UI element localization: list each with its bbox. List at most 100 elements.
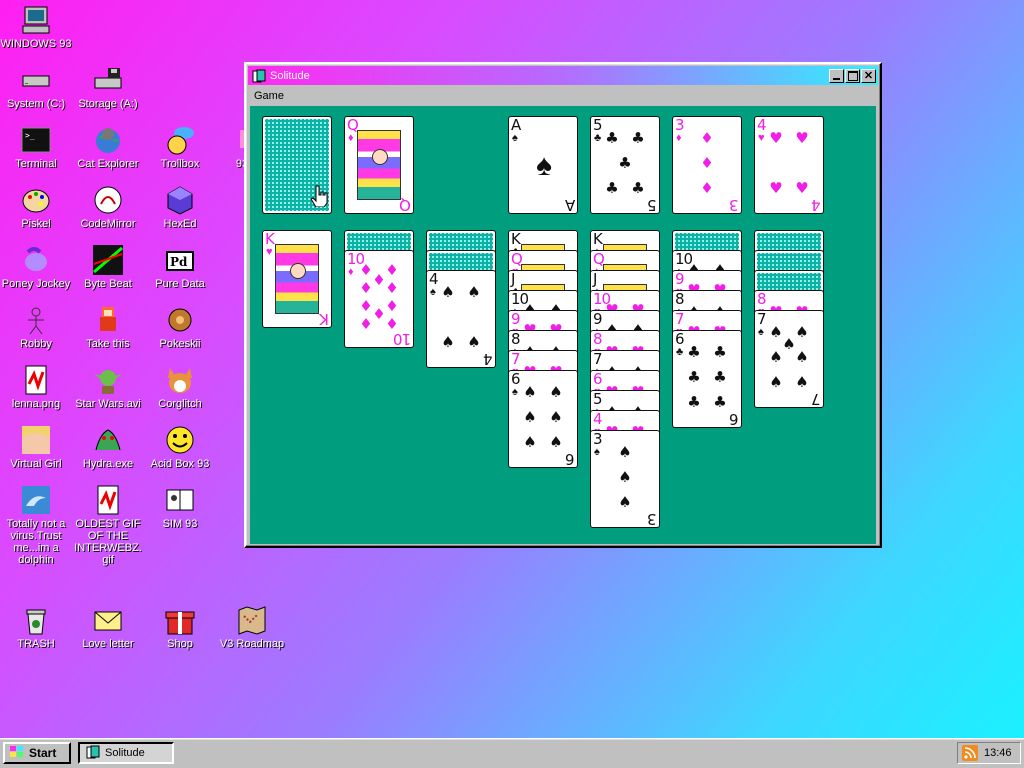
card-rank-bottom: A — [565, 196, 575, 214]
card-pip: ♠ — [618, 443, 632, 461]
hydra-icon — [92, 424, 124, 456]
card-suit-icon: ♠ — [430, 286, 436, 298]
close-button[interactable]: ✕ — [861, 68, 876, 83]
playing-card[interactable]: 3 ♦ 3 ♦ ♦ ♦ — [672, 116, 742, 214]
desktop-icon[interactable]: WINDOWS 93 — [0, 4, 72, 50]
trash-icon — [20, 604, 52, 636]
stock-pile[interactable] — [262, 116, 332, 214]
gift-icon — [164, 604, 196, 636]
start-button[interactable]: Start — [3, 742, 71, 764]
desktop-icon[interactable]: Shop — [144, 604, 216, 650]
card-pip: ♣ — [631, 129, 645, 147]
card-pip: ♥ — [769, 129, 783, 147]
bytebeat-icon — [92, 244, 124, 276]
desktop-icon[interactable]: Virtual Girl — [0, 424, 72, 470]
card-pip: ♠ — [549, 433, 563, 451]
desktop-icon[interactable]: TRASH — [0, 604, 72, 650]
desktop-icon-label: Acid Box 93 — [150, 458, 210, 470]
card-pip: ♠ — [536, 149, 552, 182]
dolphin-icon — [20, 484, 52, 516]
card-pip: ♠ — [523, 408, 537, 426]
card-pip: ♠ — [618, 468, 632, 486]
desktop-icon[interactable]: Star Wars.avi — [72, 364, 144, 410]
card-rank-bottom: 4 — [812, 196, 821, 214]
playing-card[interactable]: 6 ♠ 6 ♠ ♠ ♠ ♠ ♠ ♠ — [508, 370, 578, 468]
desktop-icon-label: V3 Roadmap — [219, 638, 285, 650]
desktop-icon-label: Storage (A:) — [78, 98, 138, 110]
card-suit-icon: ♣ — [676, 346, 684, 358]
floppy-drive-icon — [92, 64, 124, 96]
gif-file-icon — [92, 484, 124, 516]
playing-card[interactable]: 6 ♣ 6 ♣ ♣ ♣ ♣ ♣ ♣ — [672, 330, 742, 428]
minimize-button[interactable] — [829, 68, 844, 83]
desktop-icon[interactable]: Corglitch — [144, 364, 216, 410]
desktop-icon-label: Robby — [20, 338, 52, 350]
start-label: Start — [29, 746, 57, 760]
desktop-icon[interactable]: Poney Jockey — [0, 244, 72, 290]
desktop-icon[interactable]: CodeMirror — [72, 184, 144, 230]
desktop-icon[interactable]: lenna.png — [0, 364, 72, 410]
system-tray: 13:46 — [957, 742, 1021, 764]
playing-card[interactable]: 4♥4♥♥♥♥ — [754, 116, 824, 214]
card-suit-icon: ♦ — [676, 132, 682, 144]
desktop-icon[interactable]: Totally not a virus.Trust me...im a dolp… — [0, 484, 72, 566]
desktop-icon[interactable]: Cat Explorer — [72, 124, 144, 170]
desktop-icon[interactable]: OLDEST GIF OF THE INTERWEBZ.gif — [72, 484, 144, 566]
desktop-icon[interactable]: Storage (A:) — [72, 64, 144, 110]
desktop-icon[interactable]: Pd Pure Data — [144, 244, 216, 290]
playing-card[interactable]: 5 ♣ 5 ♣ ♣ ♣ ♣ ♣ — [590, 116, 660, 214]
desktop-icon[interactable]: Piskel — [0, 184, 72, 230]
desktop-icon[interactable]: System (C:) — [0, 64, 72, 110]
taskbar-item-solitude[interactable]: Solitude — [78, 742, 174, 764]
playing-card[interactable]: 10 ♦ 10 ♦ ♦ ♦ ♦ ♦ ♦ ♦ ♦ ♦ ♦ — [344, 250, 414, 348]
face-card-art — [275, 244, 319, 314]
card-pip: ♦ — [359, 279, 373, 297]
playing-card[interactable]: Q♦Q — [344, 116, 414, 214]
title-bar[interactable]: Solitude ✕ — [248, 66, 878, 85]
card-pip: ♠ — [523, 433, 537, 451]
desktop-icon[interactable]: Take this — [72, 304, 144, 350]
card-pip: ♣ — [605, 129, 619, 147]
pixel-character-icon — [92, 304, 124, 336]
maximize-button[interactable] — [845, 68, 860, 83]
desktop-icon[interactable]: SIM 93 — [144, 484, 216, 530]
desktop-icon-label: Love letter — [82, 638, 134, 650]
card-pip: ♠ — [618, 493, 632, 511]
card-pip: ♠ — [467, 283, 481, 301]
card-suit-icon: ♣ — [594, 132, 602, 144]
solitude-window: Solitude ✕ Game Q ♦ Q A ♠ A ♠ 5 ♣ 5 ♣ ♣ ♣ ♣ ♣ 3 ♦ 3 ♦ ♦ ♦ 4 ♥ 4… — [244, 62, 882, 548]
desktop-icon[interactable]: Robby — [0, 304, 72, 350]
card-pip: ♠ — [467, 333, 481, 351]
card-rank-bottom: 4 — [484, 350, 493, 368]
desktop-icon-label: System (C:) — [6, 98, 66, 110]
playing-card[interactable]: 7♠7♠♠♠♠♠♠♠ — [754, 310, 824, 408]
image-file-icon — [20, 364, 52, 396]
desktop-icon[interactable]: >_ Terminal — [0, 124, 72, 170]
desktop-icon[interactable]: Byte Beat — [72, 244, 144, 290]
desktop-icon-label: CodeMirror — [80, 218, 136, 230]
desktop-icon-label: lenna.png — [11, 398, 61, 410]
desktop-icon[interactable]: Pokeskii — [144, 304, 216, 350]
desktop-icon[interactable]: Hydra.exe — [72, 424, 144, 470]
desktop-icon[interactable]: Love letter — [72, 604, 144, 650]
playing-card[interactable]: K ♥ K — [262, 230, 332, 328]
rss-icon[interactable] — [962, 745, 978, 761]
desktop-icon-label: Piskel — [21, 218, 51, 230]
desktop-icon[interactable]: HexEd — [144, 184, 216, 230]
playing-card[interactable]: A ♠ A ♠ — [508, 116, 578, 214]
window-title: Solitude — [270, 69, 310, 82]
card-pip: ♠ — [549, 408, 563, 426]
clock: 13:46 — [984, 747, 1012, 759]
card-rank-bottom: 6 — [730, 410, 739, 428]
cat-globe-icon — [92, 124, 124, 156]
desktop-icon-label: Star Wars.avi — [75, 398, 141, 410]
playing-card[interactable]: 4 ♠ 4 ♠ ♠ ♠ ♠ — [426, 270, 496, 368]
playing-card[interactable]: 3 ♠ 3 ♠ ♠ ♠ — [590, 430, 660, 528]
menu-game[interactable]: Game — [248, 90, 290, 102]
desktop-icon-label: Take this — [86, 338, 130, 350]
desktop-icon-label: Hydra.exe — [82, 458, 134, 470]
desktop-icon-label: Totally not a virus.Trust me...im a dolp… — [6, 518, 66, 566]
desktop-icon[interactable]: V3 Roadmap — [216, 604, 288, 650]
card-rank-bottom: K — [320, 310, 329, 328]
desktop-icon[interactable]: Acid Box 93 — [144, 424, 216, 470]
